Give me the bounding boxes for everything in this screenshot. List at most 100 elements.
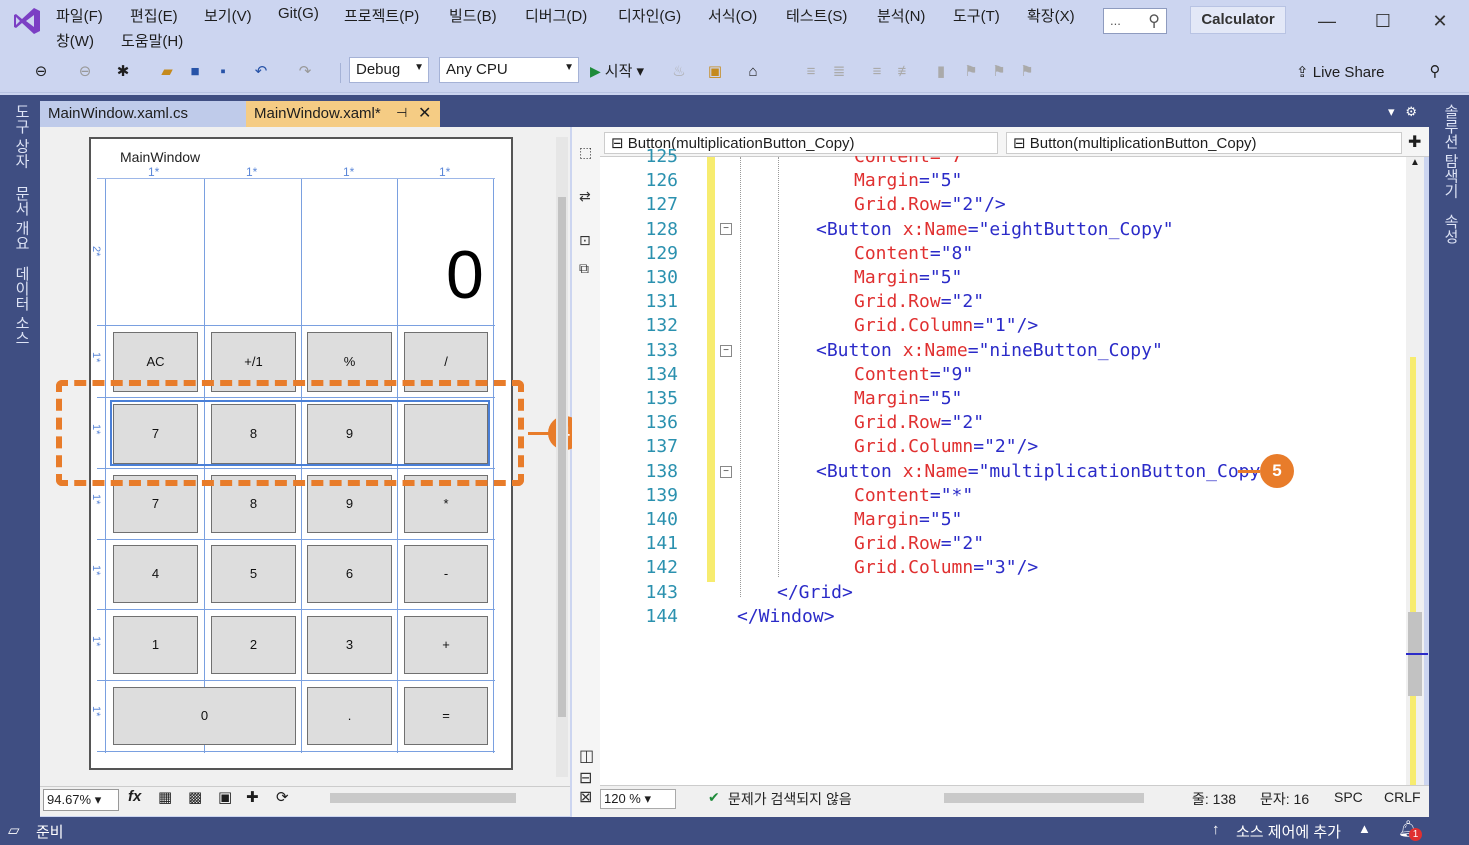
row-mark[interactable]: 1* [90,352,102,362]
row-mark[interactable]: 2* [90,246,102,256]
maximize-button[interactable]: ☐ [1368,8,1398,34]
code-line[interactable]: Content="*" [854,485,973,506]
fold-toggle[interactable]: − [720,466,732,478]
code-zoom-combo[interactable]: 120 % ▾ [600,789,676,809]
code-line[interactable]: Margin="5" [854,509,962,530]
menu-tools[interactable]: 도구(T) [953,5,1000,26]
line-indicator[interactable]: 줄: 138 [1192,789,1236,809]
bookmark-prev-icon[interactable]: ⚑ [960,61,982,83]
code-scrollbar[interactable]: ▲ [1406,157,1428,797]
calc-button-five[interactable]: 5 [211,545,296,603]
visual-studio-logo-icon[interactable] [12,6,42,36]
view-splitter[interactable] [572,127,600,817]
fx-button[interactable]: fx [128,788,141,805]
column-indicator[interactable]: 문자: 16 [1260,789,1309,809]
tab-mainwindow-cs[interactable]: MainWindow.xaml.cs [40,101,246,127]
row-mark[interactable]: 1* [90,636,102,646]
code-line[interactable]: <Button x:Name="eightButton_Copy" [816,219,1174,240]
code-line[interactable]: </Grid> [777,582,853,603]
calc-button-six[interactable]: 6 [307,545,392,603]
nav-right-combo[interactable]: ⊟ Button(multiplicationButton_Copy) [1006,132,1402,154]
calc-button-equals[interactable]: = [404,687,488,745]
code-line[interactable]: Grid.Row="2"/> [854,194,1006,215]
code-line[interactable]: Grid.Column="1"/> [854,315,1038,336]
feedback-icon[interactable]: ⚲ [1424,61,1446,83]
code-line[interactable]: Grid.Column="2"/> [854,436,1038,457]
bookmark-clear-icon[interactable]: ⚑ [1016,61,1038,83]
col-mark[interactable]: 1* [439,165,450,179]
save-all-icon[interactable]: ▪ [212,61,234,83]
solution-explorer-tab[interactable]: 솔루션 탐색기 [1437,104,1461,198]
collapse-pane-icon[interactable]: ⊡ [579,232,591,249]
tab-overflow-icons[interactable]: ▾ ⚙ [1388,104,1417,120]
code-line[interactable]: Grid.Row="2" [854,291,984,312]
document-outline-tab[interactable]: 문서 개요 [8,186,32,250]
calc-button-plus[interactable]: + [404,616,488,674]
toolbox-tab[interactable]: 도구 상자 [8,104,32,168]
start-button[interactable]: ▶ 시작 ▾ [590,60,660,84]
code-line[interactable]: <Button x:Name="multiplicationButton_Cop… [816,461,1271,482]
row-mark[interactable]: 1* [90,706,102,716]
search-box[interactable]: ... ⚲ [1103,8,1167,34]
vertical-split-icon[interactable]: ◫ [579,746,594,766]
hot-reload-icon[interactable]: ♨ [668,61,690,83]
bookmark-icon[interactable]: ▮ [930,61,952,83]
minimize-button[interactable]: — [1312,8,1342,34]
horizontal-split-icon[interactable]: ⊟ [579,768,592,788]
toolbar-icon-a[interactable]: ≡ [800,61,822,83]
code-line[interactable]: Margin="5" [854,267,962,288]
calc-button-decimal[interactable]: . [307,687,392,745]
code-hscroll[interactable] [944,793,1144,803]
device-icon[interactable]: ⌂ [742,61,764,83]
open-folder-icon[interactable]: ▰ [156,61,178,83]
uncomment-icon[interactable]: ≢ [894,61,916,83]
code-line[interactable]: Content="8" [854,243,973,264]
pane-toggle-icon[interactable]: ⬚ [579,144,592,161]
col-mark[interactable]: 1* [343,165,354,179]
calc-button-two[interactable]: 2 [211,616,296,674]
row-mark[interactable]: 1* [90,494,102,504]
menu-project[interactable]: 프로젝트(P) [344,5,419,26]
code-line[interactable]: Margin="5" [854,388,962,409]
code-line[interactable]: Margin="5" [854,170,962,191]
menu-extensions[interactable]: 확장(X) [1027,5,1075,26]
calc-button-four[interactable]: 4 [113,545,198,603]
data-sources-tab[interactable]: 데이터 소스 [8,266,32,345]
code-line[interactable]: Grid.Row="2" [854,533,984,554]
designer-hscroll[interactable] [330,793,516,803]
menu-git[interactable]: Git(G) [278,5,319,22]
issues-status[interactable]: 문제가 검색되지 않음 [728,789,852,809]
designer-scrollbar[interactable] [556,137,568,777]
col-mark[interactable]: 1* [246,165,257,179]
calc-button-three[interactable]: 3 [307,616,392,674]
menu-help[interactable]: 도움말(H) [121,30,183,51]
save-icon[interactable]: ■ [184,61,206,83]
menu-view[interactable]: 보기(V) [204,5,252,26]
new-project-icon[interactable]: ✱ [112,61,134,83]
designer-zoom-combo[interactable]: 94.67% ▾ [43,789,119,811]
fold-toggle[interactable]: − [720,223,732,235]
calc-button-zero[interactable]: 0 [113,687,296,745]
split-code-icon[interactable]: ✚ [1408,132,1421,152]
whitespace-indicator[interactable]: SPC [1334,789,1363,805]
close-button[interactable]: ✕ [1425,8,1455,34]
source-control-button[interactable]: 소스 제어에 추가 [1236,821,1341,842]
menu-design[interactable]: 디자인(G) [618,5,681,26]
redo-icon[interactable]: ↷ [294,61,316,83]
menu-format[interactable]: 서식(O) [708,5,757,26]
bookmark-next-icon[interactable]: ⚑ [988,61,1010,83]
col-mark[interactable]: 1* [148,165,159,179]
line-ending-indicator[interactable]: CRLF [1384,789,1421,805]
code-line[interactable]: <Button x:Name="nineButton_Copy" [816,340,1163,361]
artboard-icon[interactable]: ▣ [218,788,232,806]
toolbar-icon-b[interactable]: ≣ [828,61,850,83]
menu-debug[interactable]: 디버그(D) [525,5,587,26]
config-combo[interactable]: Debug ▼ [349,57,429,83]
swap-panes-icon[interactable]: ⇄ [579,188,591,205]
menu-window[interactable]: 창(W) [56,30,94,51]
grid-toggle-icon[interactable]: ▦ [158,788,172,806]
calc-button-minus[interactable]: - [404,545,488,603]
back-icon[interactable]: ⊖ [30,61,52,83]
undo-icon[interactable]: ↶ [250,61,272,83]
menu-file[interactable]: 파일(F) [56,5,103,26]
